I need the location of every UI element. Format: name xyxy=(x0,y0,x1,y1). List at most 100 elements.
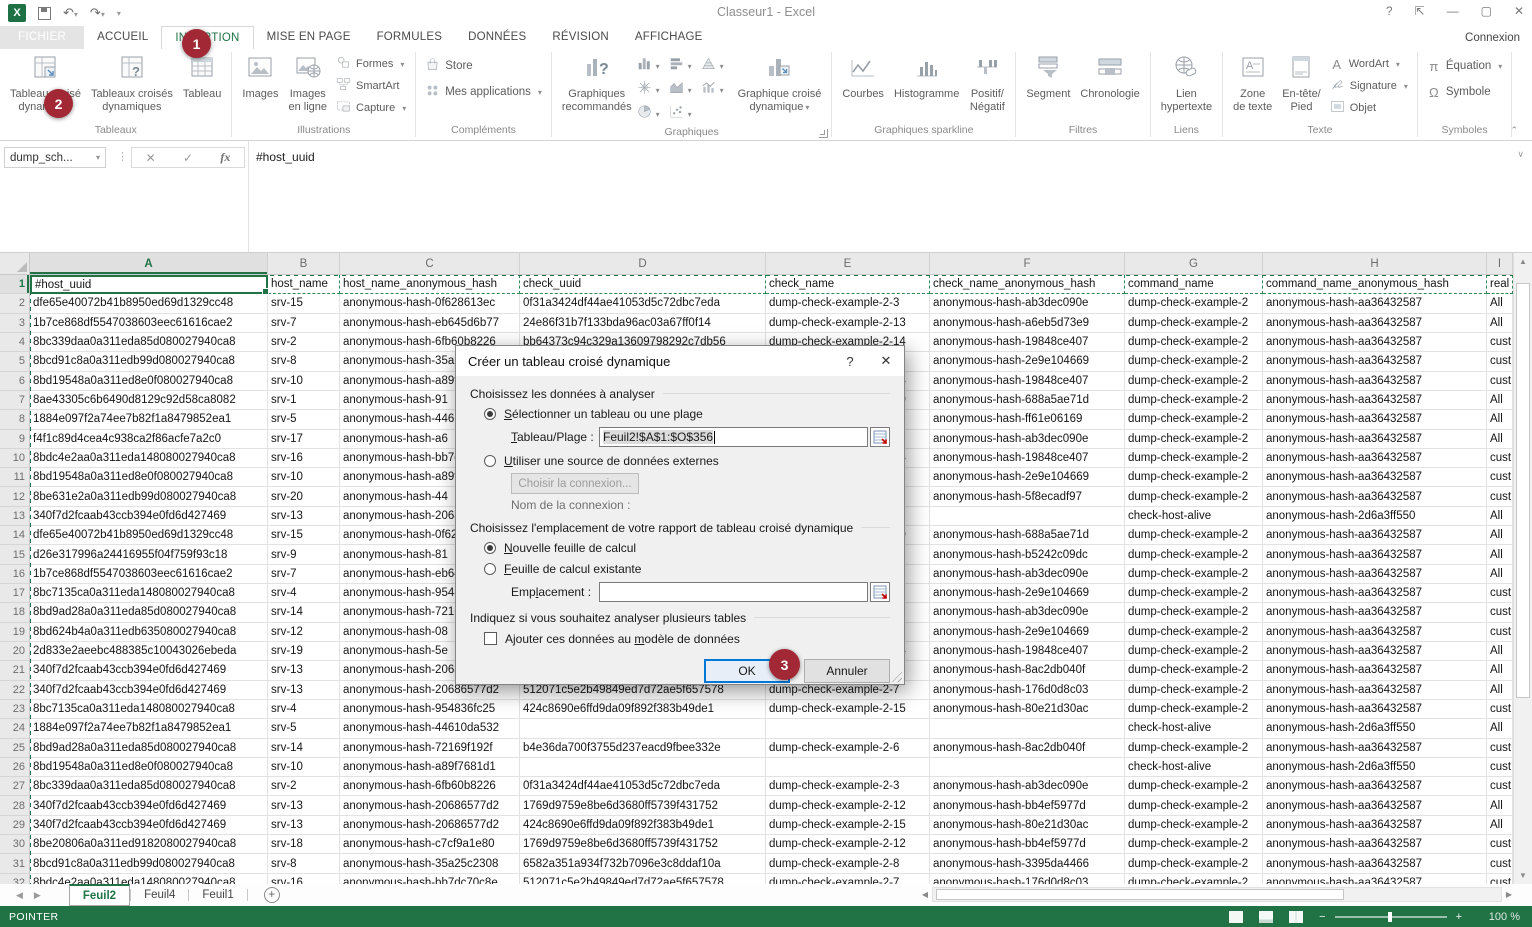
dialog-launcher-icon[interactable] xyxy=(819,129,828,138)
cell-G27[interactable]: dump-check-example-2 xyxy=(1125,777,1263,796)
cell-A6[interactable]: 8bd19548a0a311ed8e0f080027940ca8 xyxy=(30,372,268,391)
checkbox-add-to-model[interactable]: Ajouter ces données au modèle de données xyxy=(484,627,890,650)
cell-E1[interactable]: check_name xyxy=(766,275,930,294)
cell-F20[interactable]: anonymous-hash-19848ce407 xyxy=(930,642,1125,661)
cell-H27[interactable]: anonymous-hash-aa36432587 xyxy=(1263,777,1487,796)
cell-B16[interactable]: srv-7 xyxy=(268,565,340,584)
cell-E3[interactable]: dump-check-example-2-13 xyxy=(766,314,930,333)
zoom-slider[interactable] xyxy=(1335,916,1447,918)
ribbon-display-icon[interactable]: ⇱ xyxy=(1415,4,1425,18)
cell-C28[interactable]: anonymous-hash-20686577d2 xyxy=(340,796,520,815)
cell-G29[interactable]: dump-check-example-2 xyxy=(1125,816,1263,835)
cell-A15[interactable]: d26e317996a24416955f04f759f93c18 xyxy=(30,545,268,564)
cell-A8[interactable]: 1884e097f2a74ee7b82f1a8479852ea1 xyxy=(30,410,268,429)
cell-H8[interactable]: anonymous-hash-aa36432587 xyxy=(1263,410,1487,429)
cell-A29[interactable]: 340f7d2fcaab43ccb394e0fd6d427469 xyxy=(30,816,268,835)
cell-F19[interactable]: anonymous-hash-2e9e104669 xyxy=(930,623,1125,642)
cell-H15[interactable]: anonymous-hash-aa36432587 xyxy=(1263,545,1487,564)
cell-E2[interactable]: dump-check-example-2-3 xyxy=(766,294,930,313)
cell-G10[interactable]: dump-check-example-2 xyxy=(1125,449,1263,468)
radio-new-sheet[interactable]: Nouvelle feuille de calcul xyxy=(484,537,890,558)
cell-H14[interactable]: anonymous-hash-aa36432587 xyxy=(1263,526,1487,545)
cell-A24[interactable]: 1884e097f2a74ee7b82f1a8479852ea1 xyxy=(30,719,268,738)
dialog-close-icon[interactable]: ✕ xyxy=(868,353,904,369)
sheet-tab-feuil4[interactable]: Feuil4 xyxy=(131,884,188,906)
tab-donnees[interactable]: DONNÉES xyxy=(455,26,539,49)
zoom-slider-thumb[interactable] xyxy=(1388,912,1392,922)
radio-new-sheet-icon[interactable] xyxy=(484,542,496,554)
combo-chart-button[interactable]: ▾ xyxy=(701,80,733,100)
cell-F2[interactable]: anonymous-hash-ab3dec090e xyxy=(930,294,1125,313)
cell-H20[interactable]: anonymous-hash-aa36432587 xyxy=(1263,642,1487,661)
cell-I19[interactable]: cust xyxy=(1487,623,1513,642)
pie-chart-button[interactable]: ▾ xyxy=(637,104,669,124)
row-header-13[interactable]: 13 xyxy=(0,507,30,526)
cell-H11[interactable]: anonymous-hash-aa36432587 xyxy=(1263,468,1487,487)
cell-B5[interactable]: srv-8 xyxy=(268,352,340,371)
cell-I22[interactable]: All xyxy=(1487,681,1513,700)
ribbon-button-capture[interactable]: Capture▾ xyxy=(332,97,410,119)
cell-I23[interactable]: cust xyxy=(1487,700,1513,719)
column-header-A[interactable]: A xyxy=(30,253,268,275)
horizontal-scrollbar-thumb[interactable] xyxy=(936,889,1344,900)
ribbon-button-mes-applications[interactable]: Mes applications▾ xyxy=(421,79,546,105)
cell-G31[interactable]: dump-check-example-2 xyxy=(1125,854,1263,873)
cell-D27[interactable]: 0f31a3424df44ae41053d5c72dbc7eda xyxy=(520,777,766,796)
ribbon-button-objet[interactable]: Objet xyxy=(1326,97,1412,119)
cell-F6[interactable]: anonymous-hash-19848ce407 xyxy=(930,372,1125,391)
cell-H1[interactable]: command_name_anonymous_hash xyxy=(1263,275,1487,294)
cell-F17[interactable]: anonymous-hash-2e9e104669 xyxy=(930,584,1125,603)
row-header-10[interactable]: 10 xyxy=(0,449,30,468)
cell-A30[interactable]: 8be20806a0a311ed9182080027940ca8 xyxy=(30,835,268,854)
cell-G16[interactable]: dump-check-example-2 xyxy=(1125,565,1263,584)
cell-H26[interactable]: anonymous-hash-2d6a3ff550 xyxy=(1263,758,1487,777)
scroll-left-icon[interactable]: ◀ xyxy=(918,890,932,899)
cell-D2[interactable]: 0f31a3424df44ae41053d5c72dbc7eda xyxy=(520,294,766,313)
cell-C24[interactable]: anonymous-hash-44610da532 xyxy=(340,719,520,738)
cell-F7[interactable]: anonymous-hash-688a5ae71d xyxy=(930,391,1125,410)
radio-external-source-icon[interactable] xyxy=(484,455,496,467)
cell-E29[interactable]: dump-check-example-2-15 xyxy=(766,816,930,835)
minimize-icon[interactable]: — xyxy=(1447,4,1459,18)
radio-external-source[interactable]: Utiliser une source de données externes xyxy=(484,450,890,471)
row-header-21[interactable]: 21 xyxy=(0,661,30,680)
cell-H32[interactable]: anonymous-hash-aa36432587 xyxy=(1263,874,1487,884)
cell-I4[interactable]: cust xyxy=(1487,333,1513,352)
cell-I17[interactable]: cust xyxy=(1487,584,1513,603)
range-picker-icon[interactable] xyxy=(870,427,890,447)
ribbon-button-images-en-ligne[interactable]: Imagesen ligne xyxy=(284,52,333,116)
row-header-4[interactable]: 4 xyxy=(0,333,30,352)
cell-A12[interactable]: 8be631e2a0a311edb99d080027940ca8 xyxy=(30,487,268,506)
cell-D24[interactable] xyxy=(520,719,766,738)
cell-I13[interactable]: All xyxy=(1487,507,1513,526)
cell-F29[interactable]: anonymous-hash-80e21d30ac xyxy=(930,816,1125,835)
cell-E30[interactable]: dump-check-example-2-12 xyxy=(766,835,930,854)
cell-F11[interactable]: anonymous-hash-2e9e104669 xyxy=(930,468,1125,487)
cell-F4[interactable]: anonymous-hash-19848ce407 xyxy=(930,333,1125,352)
cell-B15[interactable]: srv-9 xyxy=(268,545,340,564)
cell-B10[interactable]: srv-16 xyxy=(268,449,340,468)
row-header-26[interactable]: 26 xyxy=(0,758,30,777)
cell-A9[interactable]: f4f1c89d4cea4c938ca2f86acfe7a2c0 xyxy=(30,430,268,449)
cell-D31[interactable]: 6582a351a934f732b7096e3c8ddaf10a xyxy=(520,854,766,873)
dialog-title-bar[interactable]: Créer un tableau croisé dynamique ? ✕ xyxy=(456,346,904,376)
row-header-16[interactable]: 16 xyxy=(0,565,30,584)
ribbon-button-images[interactable]: Images xyxy=(237,52,283,103)
cell-B12[interactable]: srv-20 xyxy=(268,487,340,506)
cell-B25[interactable]: srv-14 xyxy=(268,739,340,758)
cell-I12[interactable]: cust xyxy=(1487,487,1513,506)
cell-H10[interactable]: anonymous-hash-aa36432587 xyxy=(1263,449,1487,468)
cell-C29[interactable]: anonymous-hash-20686577d2 xyxy=(340,816,520,835)
ribbon-button-graphiques-recommandes[interactable]: ?Graphiquesrecommandés xyxy=(557,52,637,116)
cell-A19[interactable]: 8bd624b4a0a311edb635080027940ca8 xyxy=(30,623,268,642)
cell-A21[interactable]: 340f7d2fcaab43ccb394e0fd6d427469 xyxy=(30,661,268,680)
cell-E31[interactable]: dump-check-example-2-8 xyxy=(766,854,930,873)
cell-A16[interactable]: 1b7ce868df5547038603eec61616cae2 xyxy=(30,565,268,584)
cell-H2[interactable]: anonymous-hash-aa36432587 xyxy=(1263,294,1487,313)
cell-F18[interactable]: anonymous-hash-ab3dec090e xyxy=(930,603,1125,622)
tab-revision[interactable]: RÉVISION xyxy=(539,26,622,49)
cell-D32[interactable]: 512071c5e2b49849ed7d72ae5f657578 xyxy=(520,874,766,884)
cell-A2[interactable]: dfe65e40072b41b8950ed69d1329cc48 xyxy=(30,294,268,313)
cell-I6[interactable]: cust xyxy=(1487,372,1513,391)
cell-G23[interactable]: dump-check-example-2 xyxy=(1125,700,1263,719)
